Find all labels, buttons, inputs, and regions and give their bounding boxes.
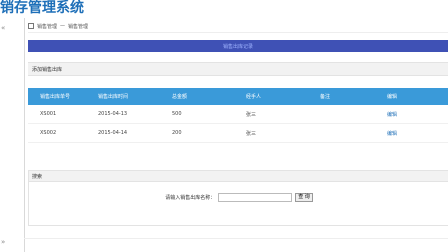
toolbar: 添加销售出库 — [28, 62, 448, 76]
cell-edit: 编辑 — [387, 123, 435, 143]
cell-extra — [435, 123, 448, 143]
column-header-extra — [435, 88, 448, 105]
column-header-handler: 经手人 — [246, 88, 320, 105]
sidebar-collapse-icon[interactable]: « — [1, 24, 5, 32]
column-header-edit: 编辑 — [387, 88, 435, 105]
sidebar-divider — [24, 18, 25, 252]
cell-date: 2015-04-14 — [98, 123, 172, 143]
cell-id: XS002 — [28, 123, 98, 143]
table-row: XS002 2015-04-14 200 张三 编辑 — [28, 123, 448, 143]
search-panel: 搜索 请输入销售出库名称： 查 询 — [28, 170, 448, 226]
cell-handler: 张三 — [246, 123, 320, 143]
table-row: XS001 2015-04-13 500 张三 编辑 — [28, 105, 448, 124]
breadcrumb-separator: — — [60, 23, 66, 29]
search-panel-title: 搜索 — [32, 173, 43, 180]
sales-outbound-table: 销售出库单号 销售出库时间 总金额 经手人 备注 编辑 XS001 2015-0… — [28, 88, 448, 143]
page-banner: 销售出库记录 — [28, 40, 448, 52]
cell-date: 2015-04-13 — [98, 105, 172, 124]
edit-link[interactable]: 编辑 — [387, 112, 397, 118]
cell-id: XS001 — [28, 105, 98, 124]
column-header-id: 销售出库单号 — [28, 88, 98, 105]
sidebar-expand-icon[interactable]: » — [1, 238, 5, 246]
table-header-row: 销售出库单号 销售出库时间 总金额 经手人 备注 编辑 — [28, 88, 448, 105]
search-button[interactable]: 查 询 — [295, 193, 313, 202]
add-sales-outbound-link[interactable]: 添加销售出库 — [32, 66, 62, 73]
cell-note — [320, 123, 387, 143]
column-header-date: 销售出库时间 — [98, 88, 172, 105]
cell-edit: 编辑 — [387, 105, 435, 124]
search-input[interactable] — [218, 193, 293, 202]
cell-amount: 200 — [172, 123, 246, 143]
app-title: 销存管理系统 — [0, 0, 84, 16]
edit-link[interactable]: 编辑 — [387, 131, 397, 137]
search-row: 请输入销售出库名称： 查 询 — [29, 193, 448, 202]
home-icon — [28, 23, 34, 29]
footer-divider — [24, 238, 448, 239]
breadcrumb-item[interactable]: 销售管理 — [37, 23, 57, 30]
search-label: 请输入销售出库名称： — [165, 195, 216, 201]
cell-note — [320, 105, 387, 124]
search-panel-header: 搜索 — [29, 171, 448, 182]
column-header-amount: 总金额 — [172, 88, 246, 105]
breadcrumb-item[interactable]: 销售管理 — [68, 23, 88, 30]
cell-extra — [435, 105, 448, 124]
breadcrumb: 销售管理 — 销售管理 — [28, 20, 448, 33]
column-header-note: 备注 — [320, 88, 387, 105]
cell-handler: 张三 — [246, 105, 320, 124]
banner-text: 销售出库记录 — [222, 43, 253, 50]
cell-amount: 500 — [172, 105, 246, 124]
